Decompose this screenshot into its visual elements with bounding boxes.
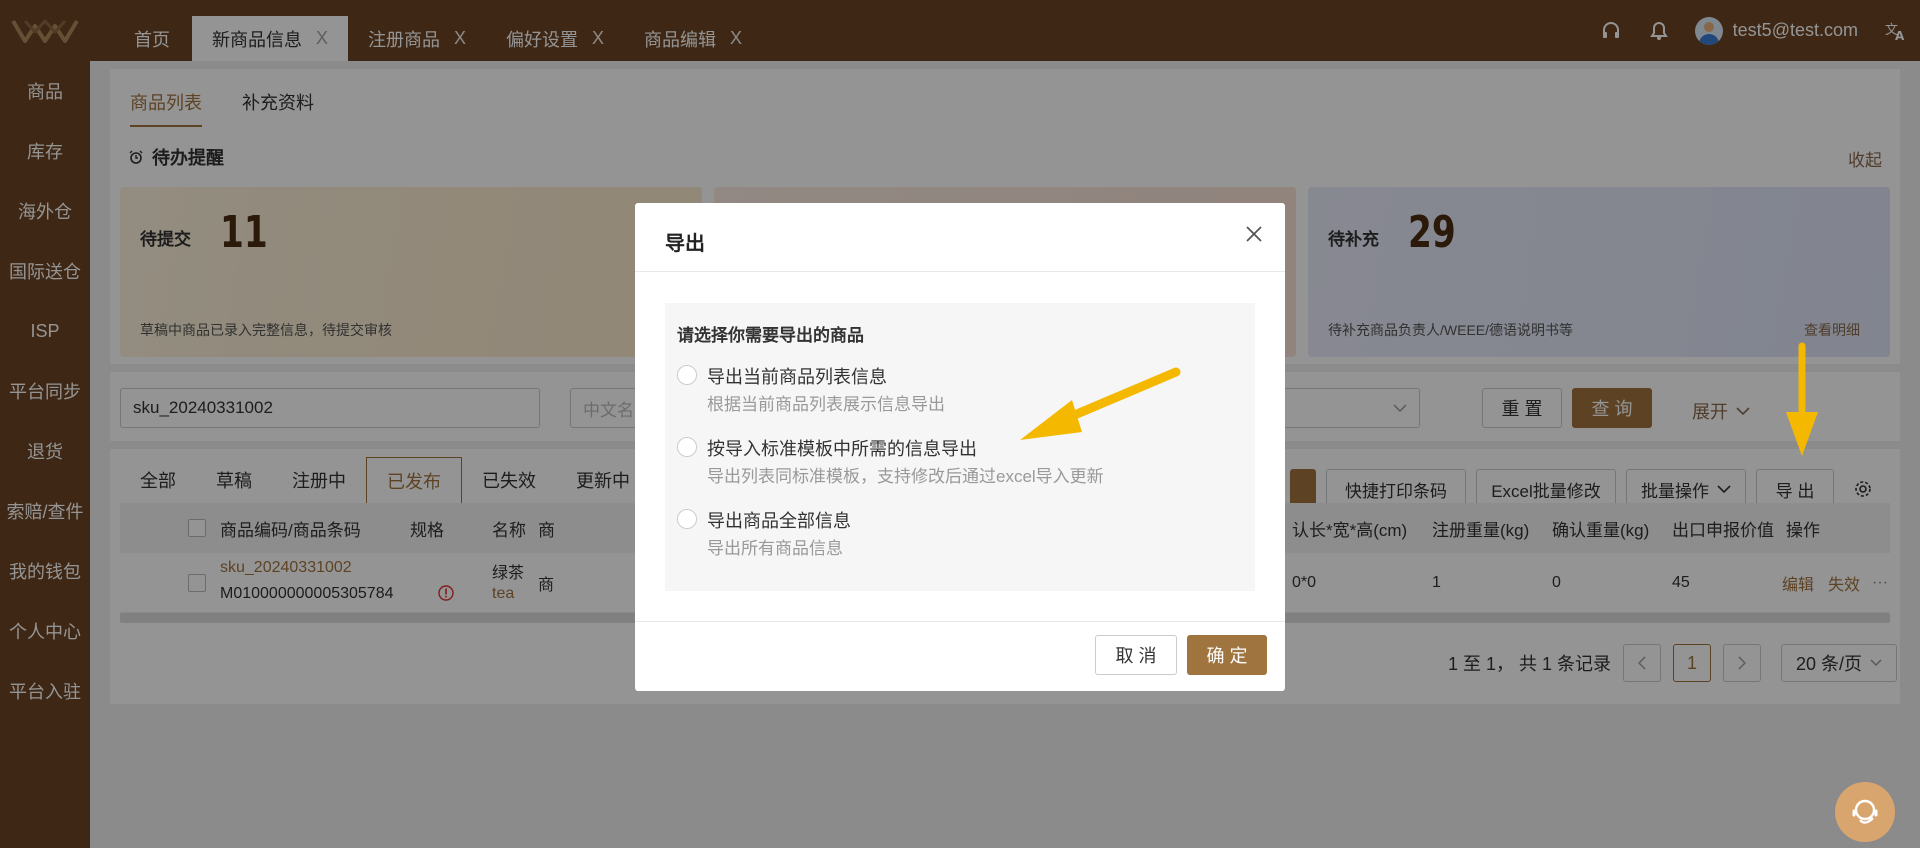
option-label: 按导入标准模板中所需的信息导出 (707, 439, 977, 459)
option-desc: 导出所有商品信息 (707, 539, 843, 558)
option-desc: 根据当前商品列表展示信息导出 (707, 395, 945, 414)
option-label: 导出商品全部信息 (707, 511, 851, 531)
export-question: 请选择你需要导出的商品 (677, 326, 864, 345)
annotation-arrow-icon (1020, 367, 1181, 440)
annotation-arrow-icon (1786, 342, 1818, 456)
customer-service-button[interactable] (1835, 782, 1895, 842)
divider (635, 621, 1285, 622)
support-icon (1852, 799, 1878, 824)
confirm-button[interactable]: 确 定 (1187, 635, 1267, 675)
dialog-title: 导出 (665, 233, 705, 255)
radio-button[interactable] (677, 365, 697, 385)
radio-button[interactable] (677, 437, 697, 457)
close-icon[interactable] (1245, 225, 1263, 248)
option-desc: 导出列表同标准模板，支持修改后通过excel导入更新 (707, 467, 1104, 486)
divider (635, 271, 1285, 272)
option-label: 导出当前商品列表信息 (707, 367, 887, 387)
radio-button[interactable] (677, 509, 697, 529)
cancel-button[interactable]: 取 消 (1095, 635, 1177, 675)
